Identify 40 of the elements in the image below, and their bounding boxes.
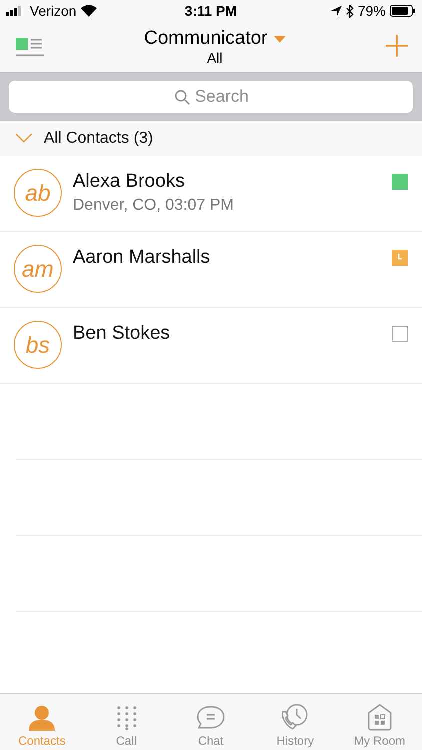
phone-clock-icon bbox=[280, 703, 310, 731]
battery-percent: 79% bbox=[358, 3, 386, 19]
tab-bar-item[interactable]: Chat bbox=[168, 694, 254, 750]
status-menu-icon[interactable] bbox=[16, 37, 44, 57]
tab-bar-item[interactable]: Contacts bbox=[0, 694, 84, 750]
chat-bubble-icon bbox=[196, 705, 226, 731]
clock-time: 3:11 PM bbox=[184, 3, 238, 19]
offline-status-icon bbox=[392, 326, 408, 342]
filter-subtitle: All bbox=[207, 50, 223, 66]
house-icon bbox=[366, 703, 393, 731]
contact-name: Ben Stokes bbox=[73, 323, 172, 345]
search-field[interactable]: Search bbox=[9, 81, 413, 113]
available-status-icon bbox=[392, 174, 408, 190]
wifi-icon bbox=[80, 5, 97, 17]
contact-name: Alexa Brooks bbox=[73, 171, 186, 193]
tab-bar-item[interactable]: History bbox=[253, 694, 338, 750]
contact-row[interactable]: bs Ben Stokes bbox=[0, 308, 422, 384]
person-icon bbox=[28, 705, 56, 731]
plus-icon bbox=[386, 34, 408, 56]
add-button[interactable] bbox=[386, 34, 408, 60]
location-arrow-icon bbox=[330, 6, 342, 16]
dropdown-caret-icon[interactable] bbox=[274, 36, 286, 42]
tab-bar-item[interactable]: My Room bbox=[338, 694, 422, 750]
avatar-initials: ab bbox=[14, 169, 62, 217]
contact-location: Denver, CO, 03:07 PM bbox=[73, 197, 235, 215]
dialpad-icon bbox=[116, 705, 138, 731]
battery-icon bbox=[390, 5, 416, 17]
avatar-initials: am bbox=[14, 245, 62, 293]
search-icon bbox=[175, 90, 190, 105]
bluetooth-icon bbox=[346, 4, 354, 18]
contact-row[interactable]: am Aaron Marshalls bbox=[0, 232, 422, 308]
contact-row[interactable]: ab Alexa Brooks Denver, CO, 03:07 PM bbox=[0, 156, 422, 232]
tab-bar-item[interactable]: Call bbox=[84, 694, 169, 750]
contact-name: Aaron Marshalls bbox=[73, 247, 212, 269]
carrier-name: Verizon bbox=[30, 3, 77, 19]
avatar-initials: bs bbox=[14, 321, 62, 369]
chevron-icon bbox=[16, 134, 32, 143]
app-title: Communicator bbox=[144, 28, 268, 50]
away-status-icon bbox=[392, 250, 408, 266]
contacts-group-header[interactable]: All Contacts (3) bbox=[0, 121, 422, 156]
